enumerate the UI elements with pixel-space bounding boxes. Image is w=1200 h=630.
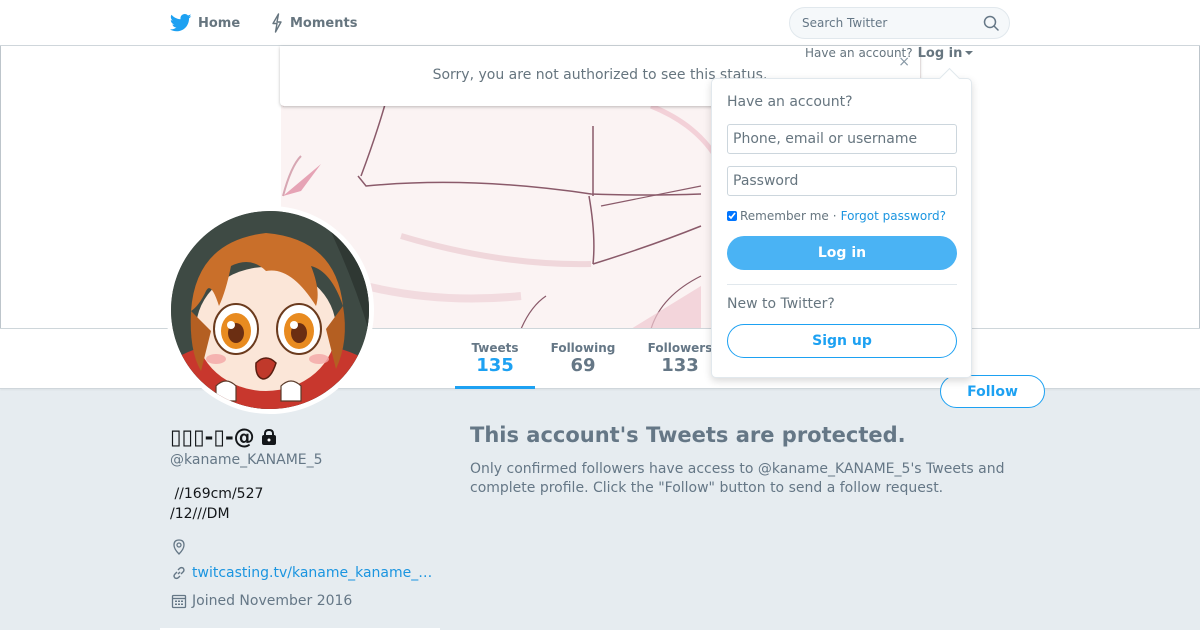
search-icon[interactable] — [983, 15, 999, 35]
profile-url: twitcasting.tv/kaname_kaname_… — [170, 563, 432, 583]
protected-text: Only confirmed followers have access to … — [470, 461, 1005, 496]
protected-title: This account's Tweets are protected. — [470, 423, 906, 447]
stat-value: 133 — [661, 355, 699, 376]
nav-moments[interactable]: Moments — [270, 0, 357, 46]
nav-moments-label: Moments — [290, 15, 358, 31]
profile-name: ▯▯▯-▯-@ — [170, 425, 278, 449]
caret-down-icon — [965, 50, 974, 55]
lock-icon — [260, 429, 278, 445]
stat-value: 69 — [570, 355, 596, 376]
stat-label: Followers — [647, 341, 713, 355]
separator: · — [832, 209, 837, 223]
stat-label: Tweets — [471, 341, 519, 355]
search-box — [789, 7, 1010, 39]
remember-checkbox[interactable] — [727, 211, 737, 221]
search-input[interactable] — [802, 14, 972, 32]
login-toggle-label: Log in — [917, 45, 963, 61]
profile-location — [170, 537, 192, 557]
top-nav: Home Moments — [0, 0, 1200, 46]
joined-text: Joined November 2016 — [192, 593, 353, 609]
username-field[interactable] — [727, 124, 957, 154]
follow-button[interactable]: Follow — [940, 375, 1045, 408]
stat-tweets[interactable]: Tweets 135 — [455, 329, 535, 389]
link-icon — [170, 565, 188, 581]
divider — [727, 284, 957, 285]
login-dropdown: Have an account? Remember me · Forgot pa… — [711, 78, 972, 378]
location-pin-icon — [170, 539, 188, 555]
new-to-twitter-heading: New to Twitter? — [727, 296, 835, 312]
screen-name[interactable]: @kaname_KANAME_5 — [170, 452, 323, 468]
login-button[interactable]: Log in — [727, 236, 957, 270]
login-heading: Have an account? — [727, 94, 853, 110]
avatar[interactable] — [166, 206, 374, 414]
calendar-icon — [170, 593, 188, 609]
remember-label[interactable]: Remember me — [740, 209, 829, 223]
login-prompt-text: Have an account? — [805, 46, 913, 60]
profile-bio: //169cm/527 /12///DM — [170, 486, 264, 522]
stat-following[interactable]: Following 69 — [543, 329, 623, 389]
profile-url-link[interactable]: twitcasting.tv/kaname_kaname_… — [192, 565, 432, 581]
twitter-bird-icon — [170, 14, 192, 32]
stat-followers[interactable]: Followers 133 — [641, 329, 719, 389]
profile-name-text: ▯▯▯-▯-@ — [170, 425, 255, 449]
nav-home-label: Home — [198, 15, 241, 31]
forgot-password-link[interactable]: Forgot password? — [841, 209, 946, 223]
password-field[interactable] — [727, 166, 957, 196]
profile-joined: Joined November 2016 — [170, 591, 352, 611]
remember-row: Remember me · Forgot password? — [727, 208, 946, 224]
login-dropdown-toggle[interactable]: Log in — [918, 46, 974, 61]
login-prompt: Have an account? Log in — [805, 44, 974, 62]
stat-value: 135 — [476, 355, 514, 376]
nav-home[interactable]: Home — [170, 0, 240, 46]
lightning-icon — [270, 13, 284, 33]
stat-label: Following — [550, 341, 616, 355]
signup-button[interactable]: Sign up — [727, 324, 957, 358]
